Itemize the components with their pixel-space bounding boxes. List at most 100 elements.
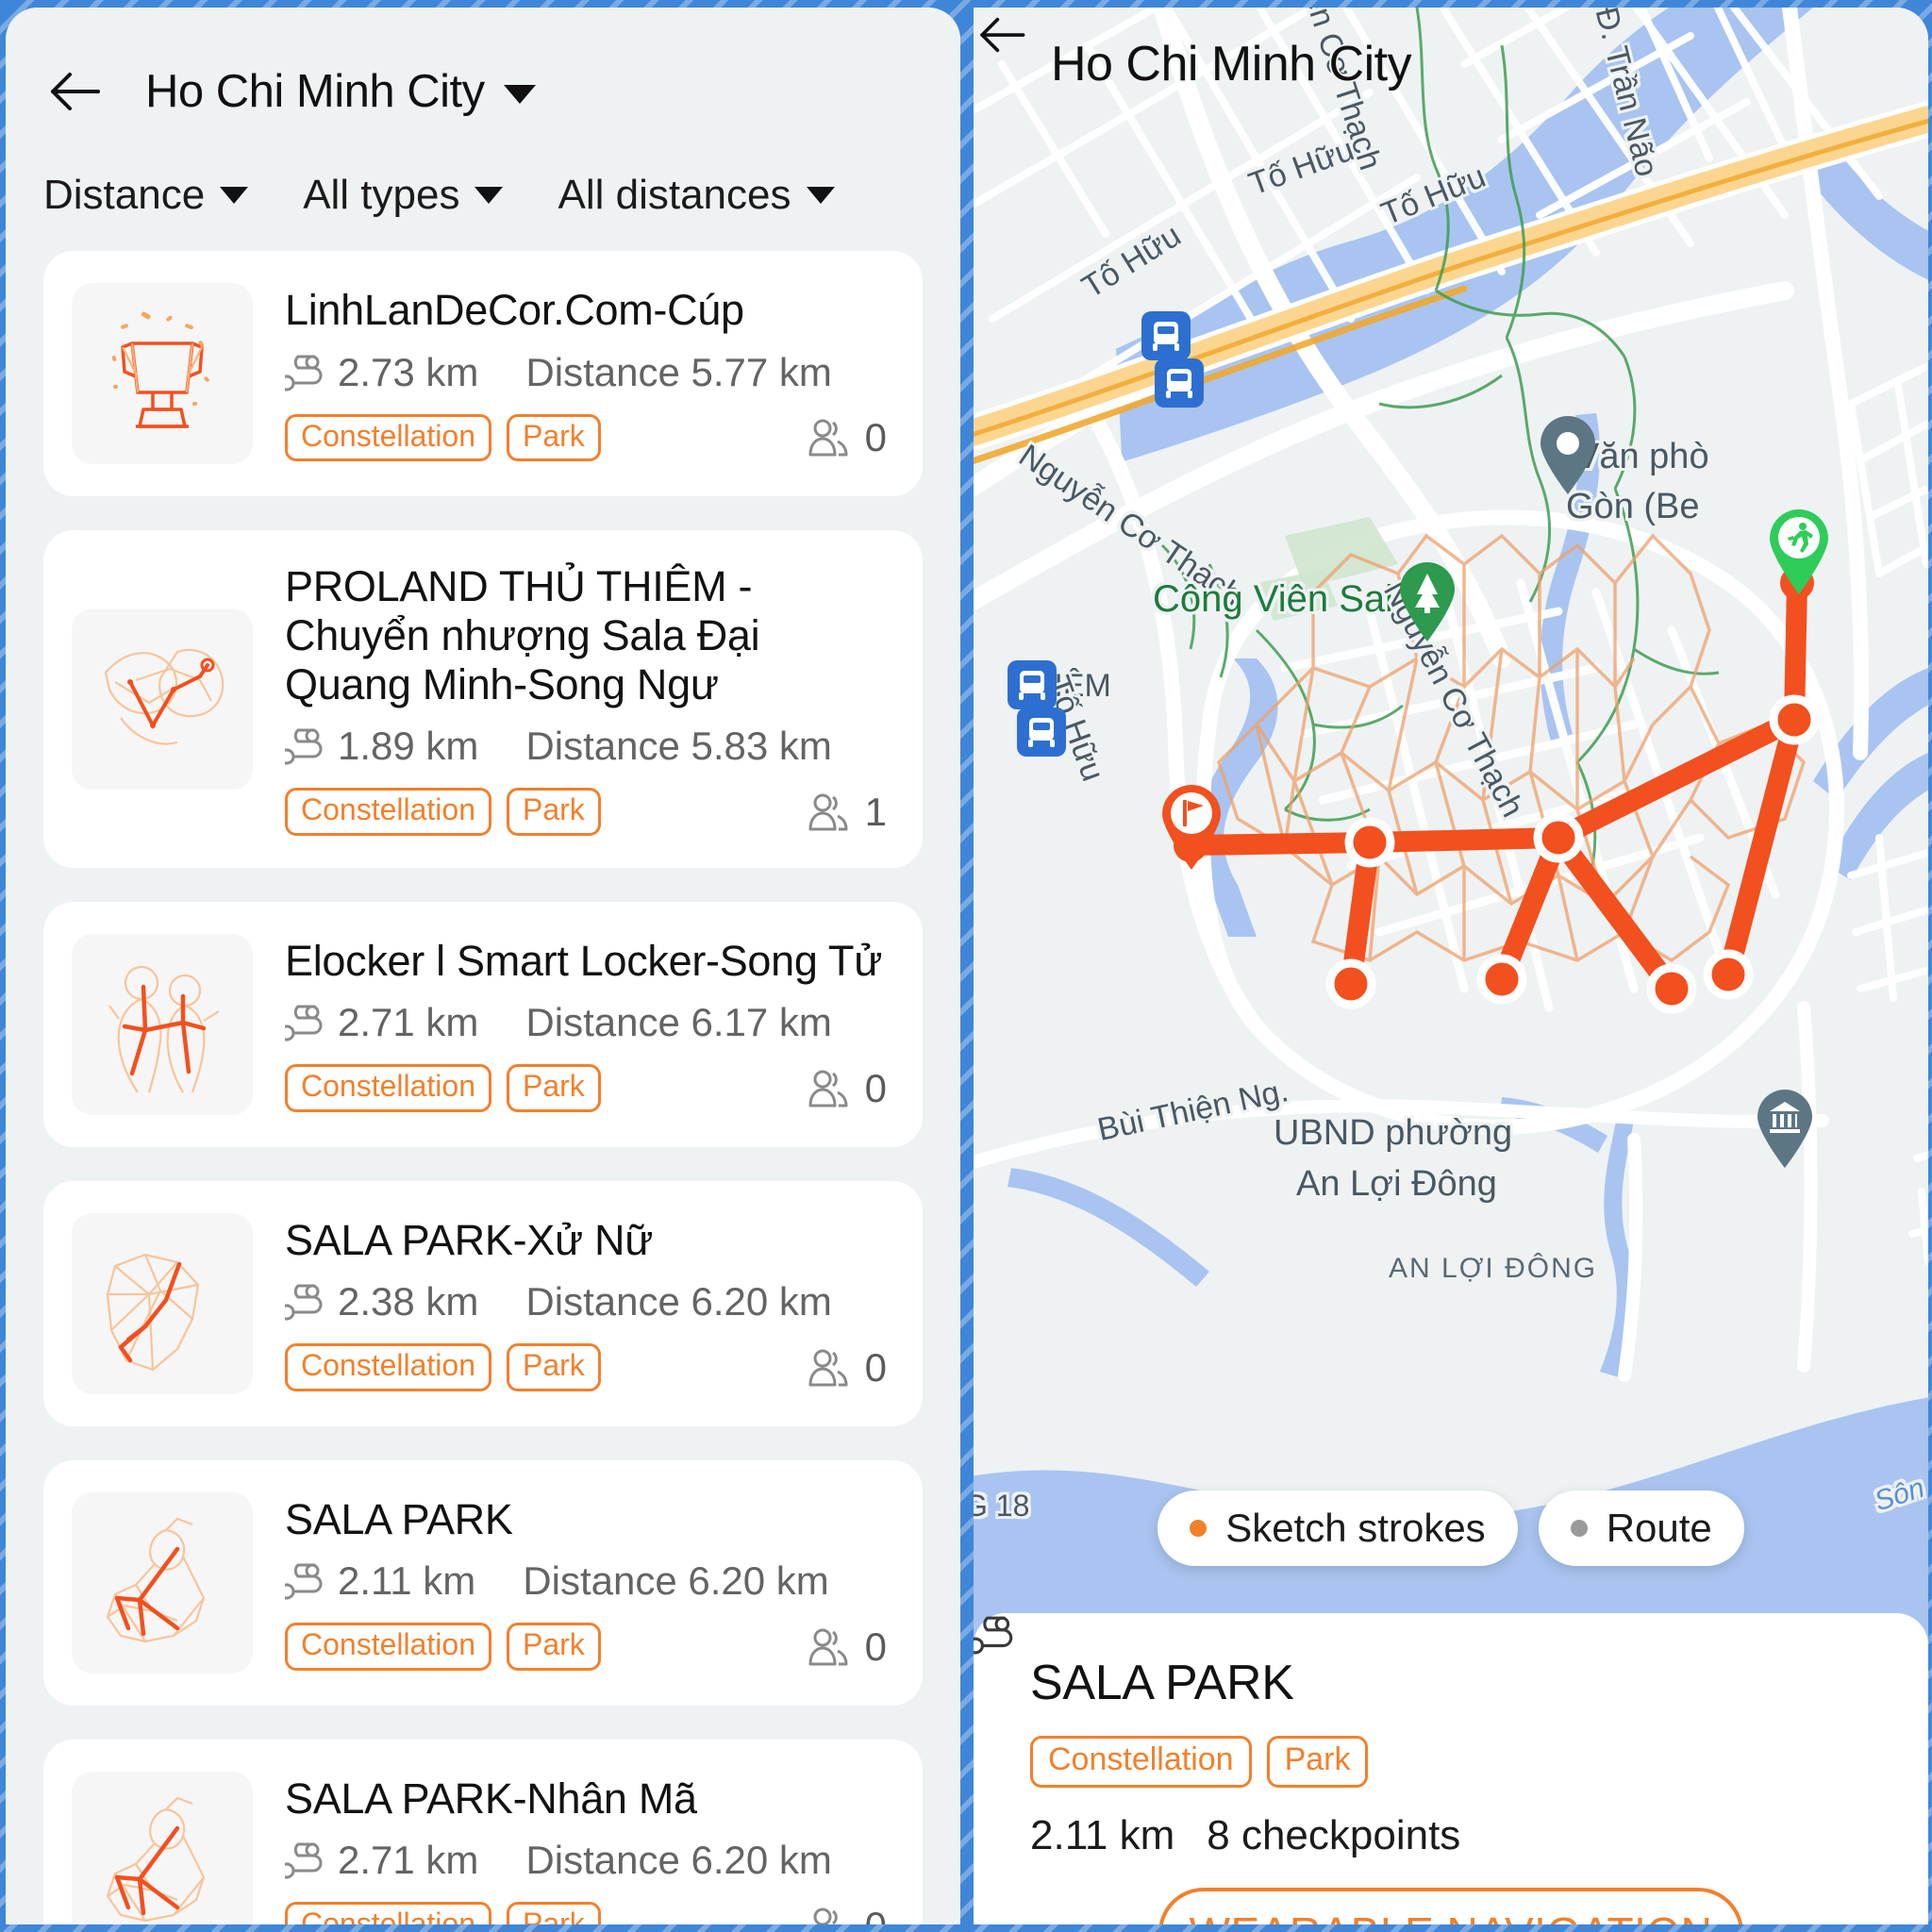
left-list-panel: Ho Chi Minh City Distance All types All … xyxy=(6,8,960,1924)
left-header: Ho Chi Minh City Distance All types All … xyxy=(6,8,960,251)
people-icon xyxy=(808,1628,848,1666)
map-legend: Sketch strokes Route xyxy=(974,1491,1928,1566)
list-item[interactable]: SALA PARK-Nhân Mã 2.71 km Distance 6.20 … xyxy=(43,1739,923,1924)
filter-distance[interactable]: Distance xyxy=(43,172,249,219)
list-item-participants: 0 xyxy=(807,1345,894,1391)
list-item-distance: Distance 6.17 km xyxy=(525,1000,832,1045)
list-item-participant-count: 0 xyxy=(865,1904,887,1924)
list-item-tag-constellation: Constellation xyxy=(285,788,491,836)
list-item-tag-constellation: Constellation xyxy=(285,413,491,462)
list-item-tag-park: Park xyxy=(507,1623,601,1672)
list-item[interactable]: Elocker l Smart Locker-Song Tử 2.71 km D… xyxy=(43,901,923,1147)
filter-all-distances[interactable]: All distances xyxy=(558,172,835,219)
list-item-distance: Distance 6.20 km xyxy=(525,1279,832,1324)
list-item-tag-constellation: Constellation xyxy=(285,1343,491,1392)
list-item-tag-row: Constellation Park 1 xyxy=(285,788,894,836)
list-item-length: 2.71 km xyxy=(338,1838,479,1883)
list-item-length: 1.89 km xyxy=(338,724,479,769)
list-item-distance: Distance 5.83 km xyxy=(525,724,832,769)
route-icon xyxy=(285,1842,323,1879)
office-pin[interactable] xyxy=(1538,415,1598,494)
filter-all-types[interactable]: All types xyxy=(303,172,504,219)
sheet-tag-row: Constellation Park xyxy=(1030,1736,1872,1788)
wearable-navigation-button[interactable]: WEARABLE NAVIGATION xyxy=(1158,1887,1743,1924)
start-runner-pin[interactable] xyxy=(1766,508,1832,594)
list-item-tag-row: Constellation Park 0 xyxy=(285,413,894,462)
gemini-constellation-icon xyxy=(108,965,220,1093)
list-item-participants: 1 xyxy=(807,790,894,835)
route-icon xyxy=(285,355,323,391)
filter-all-distances-label: All distances xyxy=(558,172,791,218)
list-item-title: Elocker l Smart Locker-Song Tử xyxy=(285,936,883,985)
list-item-participant-count: 1 xyxy=(864,789,887,834)
list-item-metrics: 1.89 km Distance 5.83 km xyxy=(285,724,894,769)
page-title[interactable]: Ho Chi Minh City xyxy=(145,65,536,118)
sagittarius-constellation-icon xyxy=(106,1796,206,1922)
list-item-title: PROLAND THỦ THIÊM - Chuyển nhượng Sala Đ… xyxy=(285,562,760,708)
map-title: Ho Chi Minh City xyxy=(1051,37,1412,92)
list-item-participant-count: 0 xyxy=(864,1624,887,1669)
sheet-checkpoints: 8 checkpoints xyxy=(1207,1811,1461,1858)
list-item-length: 2.73 km xyxy=(338,349,479,394)
bus-stop-icon[interactable] xyxy=(1155,358,1204,408)
list-item-tag-park: Park xyxy=(507,1902,601,1924)
route-icon xyxy=(285,1563,323,1600)
people-icon xyxy=(813,1907,838,1924)
people-icon xyxy=(808,419,848,457)
list-item-body: SALA PARK-Nhân Mã 2.71 km Distance 6.20 … xyxy=(285,1774,894,1924)
page-title-text: Ho Chi Minh City xyxy=(145,66,485,117)
list-item-thumbnail xyxy=(72,1771,253,1924)
back-arrow-icon[interactable] xyxy=(974,8,1028,62)
list-item-title: SALA PARK-Nhân Mã xyxy=(285,1774,697,1823)
map-panel: Ho Chi Minh City THIÊM Nguyễn Cơ Thạch T… xyxy=(974,8,1928,1924)
legend-sketch-strokes[interactable]: Sketch strokes xyxy=(1158,1491,1518,1566)
list-item-body: SALA PARK 2.11 km Distance 6.20 km Const… xyxy=(285,1495,894,1672)
people-icon xyxy=(808,1070,848,1108)
list-item-thumbnail xyxy=(72,1491,253,1674)
list-item-metrics: 2.73 km Distance 5.77 km xyxy=(285,350,894,395)
bus-stop-icon[interactable] xyxy=(1017,708,1066,757)
list-item-tag-park: Park xyxy=(507,1064,601,1113)
list-item-tag-row: Constellation Park 0 xyxy=(285,1623,894,1672)
list-item-length: 2.71 km xyxy=(338,1000,479,1045)
legend-route-label: Route xyxy=(1606,1506,1712,1550)
constellation-list[interactable]: LinhLanDeCor.Com-Cúp 2.73 km Distance 5.… xyxy=(6,251,960,1924)
park-pin[interactable] xyxy=(1396,560,1458,641)
list-item-thumbnail xyxy=(72,283,253,464)
list-item-distance: Distance 6.20 km xyxy=(523,1558,829,1604)
sheet-length: 2.11 km xyxy=(1030,1811,1175,1858)
bus-stop-icon[interactable] xyxy=(1008,660,1057,709)
list-item[interactable]: SALA PARK-Xử Nữ 2.38 km Distance 6.20 km… xyxy=(43,1180,923,1426)
route-icon xyxy=(285,1005,323,1041)
chevron-down-icon xyxy=(806,187,835,204)
list-item-tag-constellation: Constellation xyxy=(285,1623,491,1672)
list-item-thumbnail xyxy=(72,608,253,790)
back-arrow-icon[interactable] xyxy=(43,61,104,122)
legend-sketch-strokes-label: Sketch strokes xyxy=(1225,1506,1486,1550)
list-item-tag-row: Constellation Park 0 xyxy=(285,1064,894,1113)
list-item-body: PROLAND THỦ THIÊM - Chuyển nhượng Sala Đ… xyxy=(285,562,894,836)
virgo-constellation-icon xyxy=(106,1253,200,1372)
government-pin[interactable] xyxy=(1755,1089,1815,1168)
bus-stop-icon[interactable] xyxy=(1141,311,1191,360)
list-item[interactable]: PROLAND THỦ THIÊM - Chuyển nhượng Sala Đ… xyxy=(43,530,923,868)
map-topbar: Ho Chi Minh City xyxy=(974,8,1449,121)
list-item-title: SALA PARK-Xử Nữ xyxy=(285,1215,654,1264)
route-icon xyxy=(285,1284,323,1321)
legend-route[interactable]: Route xyxy=(1538,1491,1744,1566)
map-canvas[interactable]: Ho Chi Minh City THIÊM Nguyễn Cơ Thạch T… xyxy=(974,8,1928,1924)
finish-flag-pin[interactable] xyxy=(1158,783,1224,870)
list-item[interactable]: SALA PARK 2.11 km Distance 6.20 km Const… xyxy=(43,1459,923,1706)
list-item-length: 2.11 km xyxy=(338,1558,476,1604)
list-item-distance: Distance 6.20 km xyxy=(525,1838,832,1883)
list-item-participant-count: 0 xyxy=(864,414,887,459)
list-item[interactable]: LinhLanDeCor.Com-Cúp 2.73 km Distance 5.… xyxy=(43,251,923,496)
sketch-strokes-dot-icon xyxy=(1190,1520,1208,1537)
chevron-down-icon[interactable] xyxy=(503,85,536,105)
list-item-tag-row: Constellation Park 0 xyxy=(285,1343,894,1392)
list-item-thumbnail xyxy=(72,933,253,1115)
chevron-down-icon xyxy=(475,187,504,204)
detail-bottom-sheet: SALA PARK Constellation Park 2.11 km 8 c… xyxy=(974,1613,1928,1924)
list-item-metrics: 2.71 km Distance 6.20 km xyxy=(285,1838,894,1883)
left-topbar: Ho Chi Minh City xyxy=(6,51,960,132)
